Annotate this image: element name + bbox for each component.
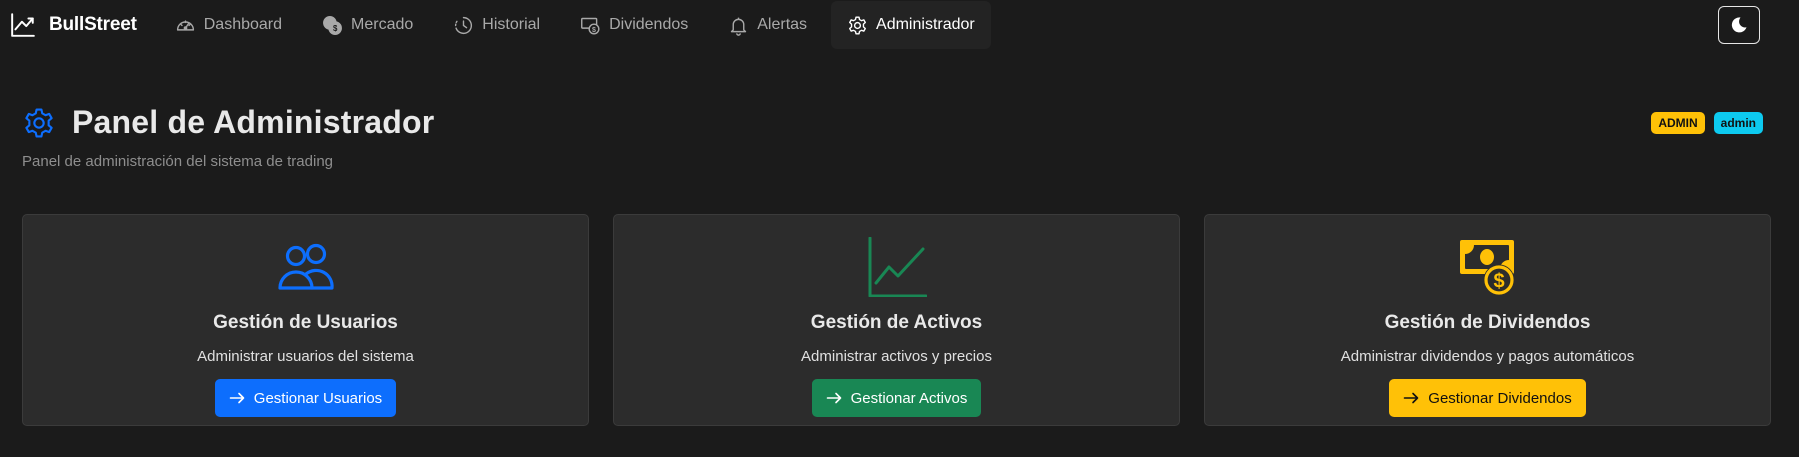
bell-icon [731, 17, 747, 36]
svg-text:$: $ [1493, 271, 1504, 293]
nav-item-label: Mercado [351, 16, 414, 33]
nav-item-historial[interactable]: Historial [437, 1, 556, 49]
role-badge: ADMIN [1651, 112, 1705, 134]
graph-up-icon [11, 13, 35, 37]
nav-item-alertas[interactable]: Alertas [712, 1, 823, 49]
arrow-right-icon [1403, 392, 1419, 404]
role-badges: ADMIN admin [1651, 112, 1763, 134]
cash-coin-icon: $ [1459, 240, 1514, 296]
brand-name: BullStreet [49, 14, 137, 35]
card-description: Administrar usuarios del sistema [197, 348, 414, 365]
nav-item-mercado[interactable]: $ Mercado [306, 1, 429, 49]
admin-cards: Gestión de Usuarios Administrar usuarios… [22, 214, 1771, 426]
nav-menu: Dashboard $ Mercado Historial $ Dividend… [159, 0, 999, 50]
nav-item-dividendos[interactable]: $ Dividendos [564, 1, 704, 49]
theme-toggle-button[interactable] [1718, 6, 1760, 44]
graph-up-icon [868, 237, 927, 297]
card-asset-management: Gestión de Activos Administrar activos y… [613, 214, 1180, 426]
card-dividend-management: $ Gestión de Dividendos Administrar divi… [1204, 214, 1771, 426]
card-description: Administrar activos y precios [801, 348, 992, 365]
button-label: Gestionar Activos [850, 389, 968, 407]
moon-icon [1731, 17, 1747, 33]
nav-item-dashboard[interactable]: Dashboard [159, 1, 298, 49]
page-subtitle: Panel de administración del sistema de t… [22, 153, 334, 170]
card-title: Gestión de Dividendos [1384, 312, 1591, 333]
nav-item-label: Alertas [757, 16, 808, 33]
svg-text:$: $ [592, 27, 596, 34]
page-header: Panel de Administrador [22, 104, 434, 141]
card-title: Gestión de Usuarios [213, 312, 398, 333]
arrow-right-icon [229, 392, 245, 404]
manage-users-button[interactable]: Gestionar Usuarios [214, 379, 397, 417]
top-navbar: BullStreet Dashboard $ Mercado Historial… [0, 0, 1799, 50]
card-title: Gestión de Activos [810, 312, 983, 333]
coins-icon: $ [323, 15, 342, 35]
speedometer-icon [176, 19, 194, 31]
arrow-right-icon [826, 392, 841, 404]
card-user-management: Gestión de Usuarios Administrar usuarios… [22, 214, 589, 426]
clock-history-icon [455, 16, 473, 34]
svg-text:$: $ [333, 24, 338, 33]
nav-item-label: Dividendos [609, 16, 689, 33]
username-badge: admin [1713, 112, 1763, 134]
nav-item-administrador[interactable]: Administrador [831, 1, 991, 49]
button-label: Gestionar Dividendos [1428, 389, 1572, 407]
brand-link[interactable]: BullStreet [10, 0, 137, 50]
nav-item-label: Dashboard [203, 16, 283, 33]
nav-item-label: Historial [482, 16, 541, 33]
button-label: Gestionar Usuarios [253, 389, 383, 407]
manage-assets-button[interactable]: Gestionar Activos [811, 379, 982, 417]
cash-coin-icon: $ [581, 17, 600, 35]
card-description: Administrar dividendos y pagos automátic… [1340, 348, 1635, 365]
gear-icon [849, 15, 867, 35]
manage-dividends-button[interactable]: Gestionar Dividendos [1389, 379, 1586, 417]
page-title: Panel de Administrador [72, 104, 435, 140]
people-icon [277, 243, 334, 290]
gear-icon [25, 107, 53, 138]
nav-item-label: Administrador [876, 16, 975, 33]
